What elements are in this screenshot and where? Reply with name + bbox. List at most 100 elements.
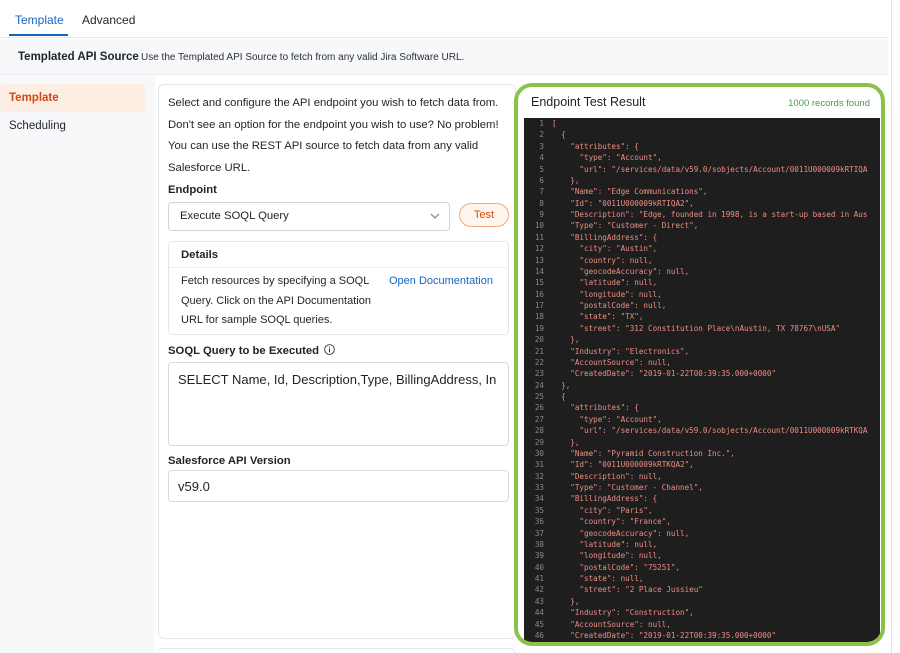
code-text: "Description": "Edge, founded in 1998, i… [552,210,868,219]
intro-line: Salesforce URL. [168,161,251,174]
version-label: Salesforce API Version [168,455,291,467]
active-tab-indicator [9,34,68,36]
line-number: 30 [534,448,544,458]
code-line: 37 "geocodeAccuracy": null, [524,528,880,539]
code-text: "longitude": null, [552,289,662,299]
query-label-row: SOQL Query to be Executed [168,344,336,357]
config-panel: Select and configure the API endpoint yo… [158,84,516,639]
code-text: "Industry": "Construction", [552,608,694,618]
test-button[interactable]: Test [459,203,509,227]
code-text: "postalCode": null, [552,301,667,310]
line-number: 6 [539,175,544,185]
endpoint-selected-value: Execute SOQL Query [180,210,289,222]
code-text: }, [552,596,580,606]
code-line: 26 "attributes": { [524,402,880,413]
code-line: 23 "CreatedDate": "2019-01-22T00:39:35.0… [524,368,880,379]
details-line: URL for sample SOQL queries. [181,314,333,326]
code-line: 4 "type": "Account", [524,152,880,163]
result-title: Endpoint Test Result [531,95,646,109]
line-number: 24 [534,380,544,390]
code-text: "attributes": { [552,141,639,151]
code-line: 13 "country": null, [524,255,880,266]
line-number: 27 [534,414,544,424]
code-line: 27 "type": "Account", [524,414,880,425]
soql-query-input[interactable]: SELECT Name, Id, Description,Type, Billi… [168,362,509,446]
line-number: 26 [534,403,544,413]
code-text: "country": null, [552,255,653,265]
line-number: 8 [539,198,544,208]
code-text: "AccountSource": null, [552,619,671,629]
line-number: 42 [534,585,544,595]
line-number: 19 [534,323,544,333]
intro-text: Select and configure the API endpoint yo… [168,93,508,179]
line-number: 16 [534,289,544,299]
line-number: 7 [539,187,544,197]
code-text: }, [552,437,580,447]
tab-template[interactable]: Template [15,13,64,27]
api-version-input[interactable]: v59.0 [168,470,509,502]
code-line: 46 "CreatedDate": "2019-01-22T00:39:35.0… [524,630,880,641]
line-number: 37 [534,528,544,538]
code-text: "url": "/services/data/v59.0/sobjects/Ac… [552,426,868,436]
code-line: 35 "city": "Paris", [524,505,880,516]
code-line: 14 "geocodeAccuracy": null, [524,266,880,277]
line-number: 2 [539,130,544,140]
code-line: 19 "street": "312 Constitution Place\nAu… [524,323,880,334]
code-line: 3 "attributes": { [524,141,880,152]
code-line: 9 "Description": "Edge, founded in 1998,… [524,209,880,220]
sidebar-item-template[interactable]: Template [0,84,145,112]
code-line: 29 }, [524,437,880,448]
code-line: 11 "BillingAddress": { [524,232,880,243]
line-number: 36 [534,517,544,527]
code-text: "country": "France", [552,517,671,527]
chevron-down-icon [430,213,440,219]
code-text: "Industry": "Electronics", [552,346,690,356]
line-number: 33 [534,483,544,492]
code-text: "CreatedDate": "2019-01-22T00:39:35.000+… [552,630,777,640]
details-title: Details [181,249,219,261]
line-number: 3 [539,141,544,151]
top-tab-bar: Template Advanced [0,0,888,38]
code-line: 5 "url": "/services/data/v59.0/sobjects/… [524,164,880,175]
code-line: 24 }, [524,380,880,391]
endpoint-label: Endpoint [168,184,217,196]
line-number: 28 [534,426,544,436]
line-number: 20 [534,335,544,345]
code-line: 30 "Name": "Pyramid Construction Inc.", [524,448,880,459]
code-line: 10 "Type": "Customer - Direct", [524,220,880,231]
details-line: Query. Click on the API Documentation [181,294,371,307]
code-line: 7 "Name": "Edge Communications", [524,186,880,197]
code-text: "city": "Austin", [552,244,658,254]
line-number: 14 [534,266,544,276]
code-text: "city": "Paris", [552,505,653,515]
intro-line: Don't see an option for the endpoint you… [168,118,499,131]
code-text: "type": "Account", [552,414,662,424]
source-description: Use the Templated API Source to fetch fr… [141,52,465,63]
next-panel-edge [158,648,515,653]
line-number: 5 [539,164,544,174]
code-text: "Id": "0011U000009kRTKQA2", [552,460,694,470]
line-number: 22 [534,357,544,367]
endpoint-select[interactable]: Execute SOQL Query [168,202,450,231]
info-icon[interactable] [324,344,336,355]
sidebar-item-scheduling[interactable]: Scheduling [0,112,145,140]
code-text: "url": "/services/data/v59.0/sobjects/Ac… [552,164,868,174]
code-line: 20 }, [524,334,880,345]
code-text: "state": "TX", [552,312,644,322]
open-documentation-link[interactable]: Open Documentation [389,275,493,287]
code-line: 25 { [524,391,880,402]
code-text: }, [552,175,580,185]
json-code-viewer[interactable]: 1[2 {3 "attributes": {4 "type": "Account… [524,118,880,642]
code-line: 22 "AccountSource": null, [524,357,880,368]
code-line: 44 "Industry": "Construction", [524,607,880,618]
code-text: "postalCode": "75251", [552,562,681,572]
code-text: "AccountSource": null, [552,357,671,367]
code-text: "Name": "Pyramid Construction Inc.", [552,448,735,458]
code-text: }, [552,380,571,390]
code-line: 28 "url": "/services/data/v59.0/sobjects… [524,425,880,436]
line-number: 32 [534,471,544,481]
line-number: 44 [534,608,544,618]
code-line: 38 "latitude": null, [524,539,880,550]
tab-advanced[interactable]: Advanced [82,13,135,27]
code-line: 36 "country": "France", [524,516,880,527]
